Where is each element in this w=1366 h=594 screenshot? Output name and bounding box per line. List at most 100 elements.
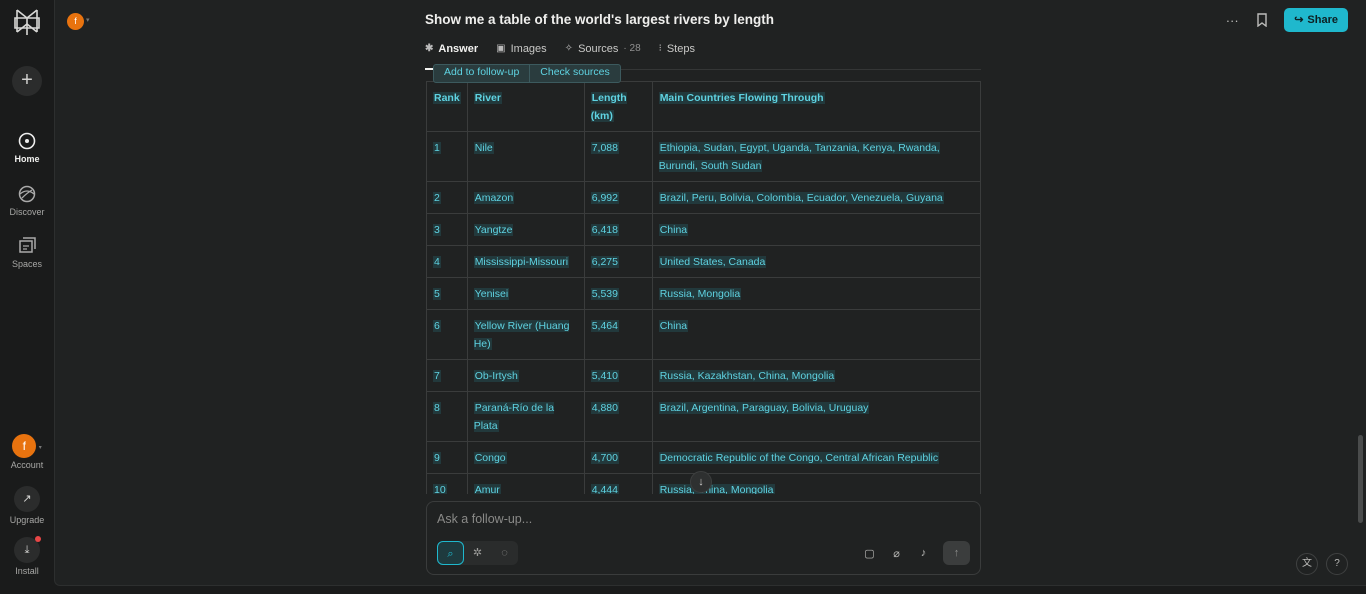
image-icon: ▣ — [496, 43, 506, 54]
length-cell: 4,444 — [583, 473, 653, 494]
river-cell: Amur — [466, 473, 585, 494]
rank-cell: 4 — [426, 245, 468, 278]
scroll-down-button[interactable]: ↓ — [690, 471, 712, 493]
research-mode-button[interactable]: ✲ — [464, 541, 491, 565]
rank-cell: 3 — [426, 213, 468, 246]
install-label: Install — [15, 566, 39, 576]
rank-cell: 9 — [426, 441, 468, 474]
countries-cell: United States, Canada — [651, 245, 981, 278]
length-cell: 4,700 — [583, 441, 653, 474]
rank-cell: 6 — [426, 309, 468, 360]
river-cell: Nile — [466, 131, 585, 182]
table-row: 1 Nile 7,088 Ethiopia, Sudan, Egypt, Uganda… — [426, 131, 981, 182]
table-row: 4 Mississippi-Missouri 6,275 United States,… — [426, 245, 981, 278]
river-cell: Amazon — [466, 181, 585, 214]
avatar: f — [67, 13, 84, 30]
globe-icon — [18, 185, 36, 203]
river-cell: Paraná-Río de la Plata — [466, 391, 585, 442]
rivers-table: Rank River Length (km) Main Countries Fl… — [426, 81, 981, 494]
table-row: 6 Yellow River (Huang He) 5,464 China — [426, 309, 981, 360]
more-options-icon[interactable]: ··· — [1224, 13, 1240, 28]
plus-icon: + — [21, 69, 33, 91]
download-icon: ⤓ — [14, 536, 41, 563]
river-cell: Ob-Irtysh — [466, 359, 585, 392]
arrow-up-icon: ↑ — [953, 547, 960, 559]
followup-actions: ▢ ⌀ ♪ ↑ — [862, 541, 970, 565]
research-icon: ✲ — [472, 547, 483, 559]
page-title: Show me a table of the world's largest r… — [425, 12, 775, 27]
chevron-down-icon: ▾ — [86, 16, 90, 24]
length-cell: 5,464 — [583, 309, 653, 360]
search-mode-button[interactable]: ⌕ — [437, 541, 464, 565]
tab-label: Answer — [438, 43, 479, 55]
countries-cell: Russia, Kazakhstan, China, Mongolia — [651, 359, 981, 392]
rank-cell: 1 — [426, 131, 468, 182]
spaces-icon — [19, 237, 36, 253]
share-button[interactable]: ↪ Share — [1284, 8, 1348, 32]
language-icon[interactable]: 文 — [1296, 553, 1318, 575]
arrow-down-icon: ↓ — [698, 476, 704, 488]
submit-button[interactable]: ↑ — [943, 541, 970, 565]
tab-label: Sources — [578, 43, 619, 55]
notification-dot — [35, 536, 41, 542]
followup-box: ⌕ ✲ ◌ ▢ ⌀ ♪ ↑ — [426, 501, 981, 575]
length-cell: 4,880 — [583, 391, 653, 442]
scrollbar[interactable] — [1358, 435, 1363, 523]
length-cell: 5,539 — [583, 277, 653, 310]
sources-count: · 28 — [623, 43, 641, 54]
followup-input[interactable] — [437, 512, 937, 526]
account-label: Account — [10, 460, 44, 470]
microphone-icon[interactable]: ♪ — [916, 547, 931, 559]
install-button[interactable]: ⤓ Install — [0, 536, 54, 576]
countries-cell: China — [651, 213, 981, 246]
rank-cell: 7 — [426, 359, 468, 392]
length-cell: 6,275 — [583, 245, 653, 278]
steps-icon: ⁝ — [658, 43, 662, 54]
share-label: Share — [1307, 14, 1338, 26]
upgrade-button[interactable]: ↗ Upgrade — [0, 486, 54, 525]
new-thread-button[interactable]: + — [12, 66, 42, 96]
check-sources-button[interactable]: Check sources — [530, 65, 619, 82]
countries-cell: Democratic Republic of the Congo, Centra… — [651, 441, 981, 474]
countries-cell: Ethiopia, Sudan, Egypt, Uganda, Tanzania… — [651, 131, 981, 182]
header-river: River — [466, 81, 585, 132]
upgrade-label: Upgrade — [9, 515, 45, 525]
countries-cell: Russia, Mongolia — [651, 277, 981, 310]
help-icon[interactable]: ? — [1326, 553, 1348, 575]
arrow-up-right-icon: ↗ — [14, 486, 40, 512]
sidebar-item-home[interactable]: Home — [0, 131, 54, 164]
tab-steps[interactable]: ⁝ Steps — [659, 40, 695, 70]
countries-cell: Brazil, Argentina, Paraguay, Bolivia, Ur… — [651, 391, 981, 442]
table-row: 7 Ob-Irtysh 5,410 Russia, Kazakhstan, China… — [426, 359, 981, 392]
rank-cell: 8 — [426, 391, 468, 442]
rank-cell: 10 — [426, 473, 468, 494]
length-cell: 6,992 — [583, 181, 653, 214]
attach-icon[interactable]: ⌀ — [889, 547, 904, 560]
sidebar-item-discover[interactable]: Discover — [0, 184, 54, 217]
river-cell: Congo — [466, 441, 585, 474]
search-mode-selector: ⌕ ✲ ◌ — [437, 541, 518, 565]
sidebar-item-spaces[interactable]: Spaces — [0, 236, 54, 269]
tab-label: Images — [510, 43, 547, 55]
sidebar-item-label: Home — [14, 154, 40, 164]
add-to-followup-button[interactable]: Add to follow-up — [434, 65, 531, 82]
table-row: 5 Yenisei 5,539 Russia, Mongolia — [426, 277, 981, 310]
labs-mode-button[interactable]: ◌ — [491, 541, 518, 565]
tab-label: Steps — [666, 43, 695, 55]
river-cell: Yangtze — [466, 213, 585, 246]
home-search-icon — [18, 132, 36, 150]
perplexity-logo[interactable] — [14, 8, 40, 36]
lightbulb-icon: ◌ — [501, 547, 508, 559]
model-chip-icon[interactable]: ▢ — [862, 547, 877, 560]
account-button[interactable]: f ▾ Account — [0, 434, 54, 470]
sidebar-item-label: Discover — [9, 207, 45, 217]
header-countries: Main Countries Flowing Through — [651, 81, 981, 132]
table-row: 2 Amazon 6,992 Brazil, Peru, Bolivia, Colom… — [426, 181, 981, 214]
sources-icon: ✧ — [564, 43, 574, 54]
table-row: 8 Paraná-Río de la Plata 4,880 Brazil, Arge… — [426, 391, 981, 442]
header-rank: Rank — [426, 81, 468, 132]
user-menu[interactable]: f ▾ — [67, 11, 90, 30]
bottom-right-actions: 文 ? — [1296, 553, 1348, 575]
main-panel: f ▾ Show me a table of the world's larges… — [54, 0, 1366, 586]
bookmark-icon[interactable] — [1254, 13, 1270, 27]
